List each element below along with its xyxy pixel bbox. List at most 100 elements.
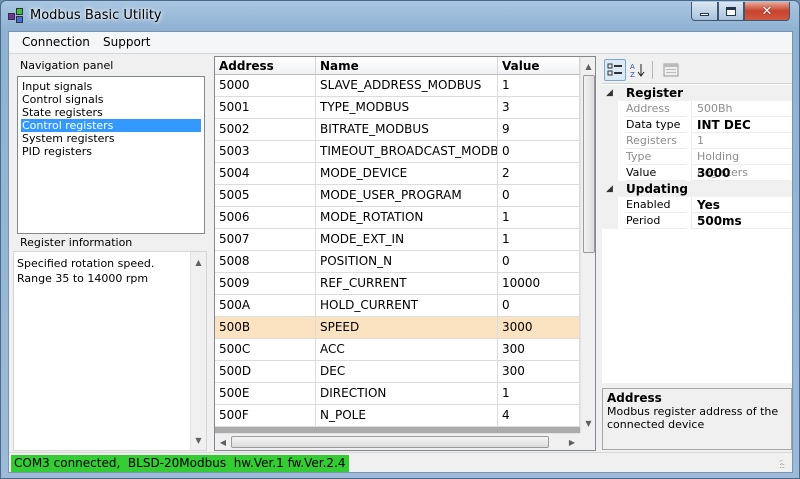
sort-alphabetical-icon: A Z — [630, 63, 645, 78]
minimize-button[interactable] — [691, 2, 718, 21]
property-row[interactable]: Period 500ms — [602, 213, 792, 229]
cell-value[interactable]: 1 — [498, 383, 580, 405]
table-row[interactable]: 500A HOLD_CURRENT 0 — [215, 295, 580, 317]
minimize-icon — [700, 13, 709, 16]
table-row[interactable]: 500D DEC 300 — [215, 361, 580, 383]
property-value[interactable]: 3000 — [691, 165, 791, 181]
menu-connection[interactable]: Connection — [22, 35, 90, 49]
scroll-down-icon[interactable]: ▼ — [191, 432, 206, 448]
table-row[interactable]: 5003 TIMEOUT_BROADCAST_MODBUS 0 — [215, 141, 580, 163]
property-row[interactable]: Enabled Yes — [602, 197, 792, 213]
alphabetical-button[interactable]: A Z — [627, 59, 649, 81]
register-grid[interactable]: Address (HEX) Name Value 5000SLAVE_ADDRE… — [214, 56, 596, 451]
table-row[interactable]: 500B SPEED 3000 — [215, 317, 580, 339]
cell-value[interactable]: 9 — [498, 119, 580, 141]
property-category[interactable]: ◢ Updating — [602, 181, 792, 197]
table-row[interactable]: 5002 BITRATE_MODBUS 9 — [215, 119, 580, 141]
nav-item-input-signals[interactable]: Input signals — [21, 80, 93, 93]
grid-scroll-thumb[interactable] — [583, 75, 595, 253]
cell-value[interactable]: 3000 — [498, 317, 580, 339]
column-header-value[interactable]: Value — [498, 57, 580, 75]
cell-value[interactable]: 2 — [498, 163, 580, 185]
nav-item-control-registers[interactable]: Control registers — [21, 119, 201, 132]
nav-item-control-signals[interactable]: Control signals — [21, 93, 105, 106]
scroll-right-icon[interactable]: ▶ — [564, 434, 580, 450]
property-value[interactable]: 500Bh — [691, 101, 791, 117]
cell-name: MODE_ROTATION — [316, 207, 498, 229]
close-button[interactable]: ✕ — [744, 2, 790, 21]
property-category[interactable]: ◢ Register — [602, 85, 792, 101]
cell-address: 5000 — [215, 75, 316, 97]
help-description: Modbus register address of the connected… — [607, 405, 779, 431]
cell-value[interactable]: 300 — [498, 361, 580, 383]
column-header-address[interactable]: Address (HEX) — [215, 57, 316, 91]
resize-grip-icon[interactable]: ·:::: — [779, 458, 789, 470]
property-value[interactable]: INT DEC — [691, 117, 791, 133]
table-row[interactable]: 5000 SLAVE_ADDRESS_MODBUS 1 — [215, 75, 580, 97]
property-key: Registers — [626, 133, 686, 149]
table-row[interactable]: 5006 MODE_ROTATION 1 — [215, 207, 580, 229]
grid-header: Address (HEX) Name Value — [215, 57, 580, 91]
nav-item-pid-registers[interactable]: PID registers — [21, 145, 93, 158]
grid-vertical-scrollbar[interactable]: ▲ ▼ — [580, 57, 595, 433]
scroll-up-icon[interactable]: ▲ — [191, 254, 206, 270]
property-value[interactable]: 500ms — [691, 213, 791, 229]
menu-support[interactable]: Support — [103, 35, 150, 49]
property-pages-button[interactable] — [660, 59, 682, 81]
cell-value[interactable]: 1 — [498, 75, 580, 97]
property-row[interactable]: Registers 1 — [602, 133, 792, 149]
column-header-name[interactable]: Name — [316, 57, 498, 75]
table-row[interactable]: 5004 MODE_DEVICE 2 — [215, 163, 580, 185]
client-area: Connection Support Navigation panel Inpu… — [8, 31, 793, 473]
property-row[interactable]: Data type INT DEC — [602, 117, 792, 133]
categorized-button[interactable] — [604, 59, 626, 81]
cell-address: 5006 — [215, 207, 316, 229]
cell-name: N_POLE — [316, 405, 498, 427]
table-row[interactable]: 5001 TYPE_MODBUS 3 — [215, 97, 580, 119]
title-bar[interactable]: Modbus Basic Utility ✕ — [1, 1, 799, 31]
cell-value[interactable]: 0 — [498, 251, 580, 273]
table-row[interactable]: 500F N_POLE 4 — [215, 405, 580, 427]
grid-horizontal-scrollbar[interactable]: ◀ ▶ — [215, 433, 580, 450]
cell-value[interactable]: 1 — [498, 229, 580, 251]
cell-value[interactable]: 0 — [498, 141, 580, 163]
property-value[interactable]: 1 — [691, 133, 791, 149]
collapse-icon[interactable]: ◢ — [606, 85, 613, 101]
collapse-icon[interactable]: ◢ — [606, 181, 613, 197]
cell-value[interactable]: 4 — [498, 405, 580, 427]
cell-value[interactable]: 300 — [498, 339, 580, 361]
cell-address: 5008 — [215, 251, 316, 273]
cell-name: MODE_USER_PROGRAM — [316, 185, 498, 207]
register-info-scrollbar[interactable]: ▲ ▼ — [190, 252, 206, 450]
cell-address: 500E — [215, 383, 316, 405]
property-row[interactable]: Value 3000 — [602, 165, 792, 181]
table-row[interactable]: 5005 MODE_USER_PROGRAM 0 — [215, 185, 580, 207]
property-row[interactable]: Address 500Bh — [602, 101, 792, 117]
property-grid[interactable]: ◢ Register Address 500Bh Data type INT DEC Reg… — [602, 83, 792, 383]
cell-value[interactable]: 0 — [498, 185, 580, 207]
cell-value[interactable]: 1 — [498, 207, 580, 229]
cell-value[interactable]: 0 — [498, 295, 580, 317]
property-key: Data type — [626, 117, 686, 133]
scroll-up-icon[interactable]: ▲ — [581, 58, 595, 74]
table-row[interactable]: 500C ACC 300 — [215, 339, 580, 361]
window-title: Modbus Basic Utility — [30, 8, 162, 23]
property-toolbar: A Z — [602, 58, 792, 82]
table-row[interactable]: 500E DIRECTION 1 — [215, 383, 580, 405]
table-row[interactable]: 5009 REF_CURRENT 10000 — [215, 273, 580, 295]
scroll-left-icon[interactable]: ◀ — [215, 434, 231, 450]
property-row[interactable]: Type Holding Registers — [602, 149, 792, 179]
nav-item-state-registers[interactable]: State registers — [21, 106, 104, 119]
scroll-down-icon[interactable]: ▼ — [581, 415, 595, 431]
cell-value[interactable]: 3 — [498, 97, 580, 119]
close-icon: ✕ — [761, 3, 773, 19]
nav-item-system-registers[interactable]: System registers — [21, 132, 116, 145]
property-value[interactable]: Holding Registers — [691, 149, 791, 179]
cell-value[interactable]: 10000 — [498, 273, 580, 295]
property-value[interactable]: Yes — [691, 197, 791, 213]
grid-hscroll-thumb[interactable] — [231, 436, 549, 448]
navigation-list[interactable]: Input signals Control signals State regi… — [17, 76, 205, 234]
table-row[interactable]: 5008 POSITION_N 0 — [215, 251, 580, 273]
table-row[interactable]: 5007 MODE_EXT_IN 1 — [215, 229, 580, 251]
maximize-button[interactable] — [718, 2, 744, 21]
